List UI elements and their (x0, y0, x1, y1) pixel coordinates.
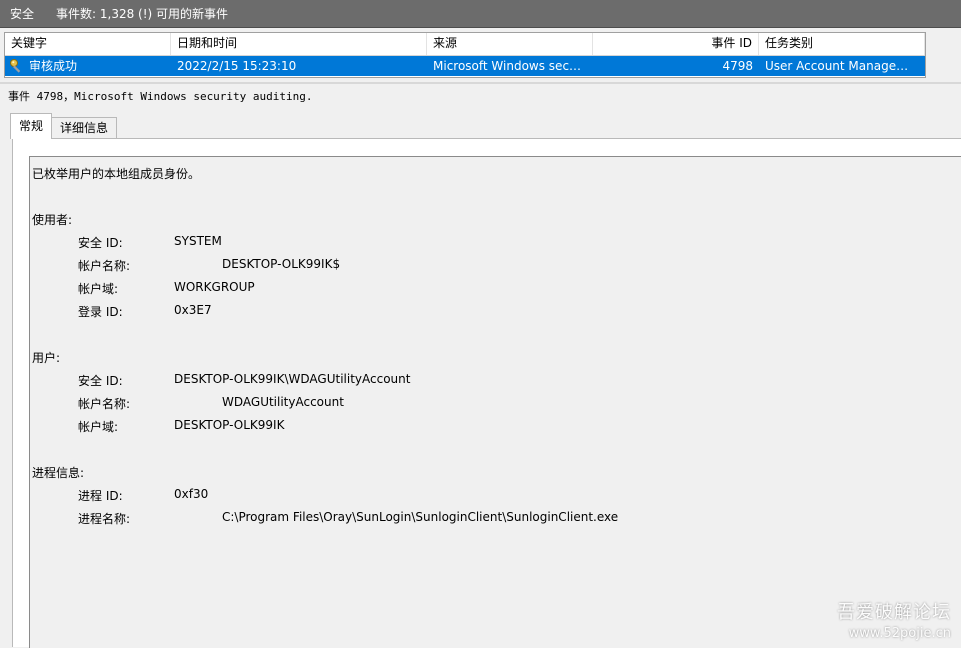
event-list-header: 关键字 日期和时间 来源 事件 ID 任务类别 (5, 33, 925, 56)
process-heading: 进程信息: (32, 466, 85, 480)
row-keyword-cell: 审核成功 (5, 56, 171, 76)
column-header-datetime[interactable]: 日期和时间 (171, 33, 427, 55)
log-title-bar: 安全 事件数: 1,328 (!) 可用的新事件 (0, 0, 961, 28)
general-tab-panel: 已枚举用户的本地组成员身份。 使用者: 安全 ID: SYSTEM 帐户名称: … (12, 138, 961, 648)
process-name-label: 进程名称: (78, 512, 131, 526)
column-header-keyword[interactable]: 关键字 (5, 33, 171, 55)
subject-account: DESKTOP-OLK99IK$ (222, 257, 341, 271)
event-message-box[interactable]: 已枚举用户的本地组成员身份。 使用者: 安全 ID: SYSTEM 帐户名称: … (29, 156, 961, 648)
row-category: User Account Managem... (765, 59, 920, 73)
process-name: C:\Program Files\Oray\SunLogin\SunloginC… (222, 510, 619, 524)
tab-details[interactable]: 详细信息 (51, 117, 118, 139)
row-datetime: 2022/2/15 15:23:10 (177, 59, 297, 73)
user-sid-label: 安全 ID: (78, 374, 123, 388)
table-row[interactable]: 审核成功 2022/2/15 15:23:10 Microsoft Window… (5, 56, 925, 76)
key-icon (9, 58, 25, 74)
user-account-label: 帐户名称: (78, 397, 131, 411)
row-keyword: 审核成功 (29, 59, 78, 73)
column-header-source[interactable]: 来源 (427, 33, 593, 55)
subject-sid-label: 安全 ID: (78, 236, 123, 250)
tab-general[interactable]: 常规 (10, 113, 53, 139)
user-domain-label: 帐户域: (78, 420, 119, 434)
row-event-id: 4798 (722, 59, 753, 73)
watermark-url: www.52pojie.cn (848, 626, 951, 641)
detail-tabs: 常规 详细信息 (10, 113, 118, 139)
process-id-label: 进程 ID: (78, 489, 123, 503)
row-source: Microsoft Windows secu... (433, 59, 589, 73)
user-account: WDAGUtilityAccount (222, 395, 344, 409)
user-domain: DESKTOP-OLK99IK (174, 418, 285, 432)
message-summary: 已枚举用户的本地组成员身份。 (32, 167, 201, 181)
log-name: 安全 (10, 7, 35, 21)
subject-account-label: 帐户名称: (78, 259, 131, 273)
subject-logon-label: 登录 ID: (78, 305, 123, 319)
subject-logon-id: 0x3E7 (174, 303, 212, 317)
watermark-text: 吾爱破解论坛 (837, 602, 951, 623)
subject-sid: SYSTEM (174, 234, 222, 248)
user-heading: 用户: (32, 351, 61, 365)
column-header-event-id[interactable]: 事件 ID (593, 33, 759, 55)
process-id: 0xf30 (174, 487, 209, 501)
user-sid: DESKTOP-OLK99IK\WDAGUtilityAccount (174, 372, 411, 386)
column-header-category[interactable]: 任务类别 (759, 33, 925, 55)
event-detail-title: 事件 4798，Microsoft Windows security audit… (8, 90, 313, 103)
site-watermark: 吾爱破解论坛 www.52pojie.cn (837, 598, 951, 641)
pane-splitter[interactable] (0, 82, 961, 84)
subject-heading: 使用者: (32, 213, 73, 227)
event-list[interactable]: 关键字 日期和时间 来源 事件 ID 任务类别 审核成功 2022/2/15 1… (4, 32, 926, 78)
subject-domain-label: 帐户域: (78, 282, 119, 296)
event-count: 事件数: 1,328 (!) 可用的新事件 (56, 7, 229, 21)
subject-domain: WORKGROUP (174, 280, 255, 294)
